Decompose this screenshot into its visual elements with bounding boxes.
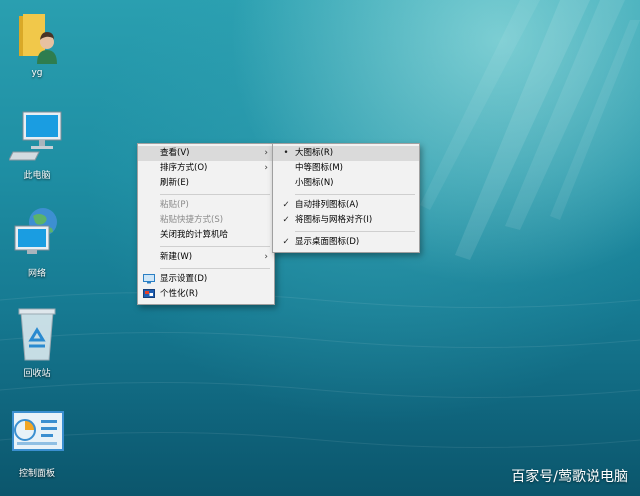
bullet-icon: • xyxy=(283,148,289,158)
control-panel-icon xyxy=(9,406,65,462)
submenu-item-small-icons[interactable]: 小图标(N) xyxy=(273,176,419,191)
desktop-icon-control-panel[interactable]: 控制面板 xyxy=(2,406,72,479)
submenu-item-label: 大图标(R) xyxy=(295,148,334,158)
submenu-item-auto-arrange[interactable]: ✓ 自动排列图标(A) xyxy=(273,198,419,213)
desktop-icon-label: 此电脑 xyxy=(23,171,51,181)
computer-icon xyxy=(8,108,65,164)
submenu-item-large-icons[interactable]: • 大图标(R) xyxy=(273,146,419,161)
chevron-right-icon: › xyxy=(264,148,268,158)
watermark-text: 百家号/莺歌说电脑 xyxy=(511,469,628,485)
checkmark-icon: ✓ xyxy=(282,215,290,225)
menu-item-label: 关闭我的计算机哈 xyxy=(160,230,229,240)
menu-item-label: 个性化(R) xyxy=(160,289,199,299)
desktop-icon-label: yg xyxy=(31,68,43,78)
submenu-item-align-to-grid[interactable]: ✓ 将图标与网格对齐(I) xyxy=(273,213,419,228)
recycle-bin-icon xyxy=(9,306,65,362)
submenu-item-label: 将图标与网格对齐(I) xyxy=(295,215,373,225)
menu-item-label: 查看(V) xyxy=(160,148,190,158)
submenu-item-label: 中等图标(M) xyxy=(295,163,343,173)
desktop-icon-user-folder[interactable]: yg xyxy=(2,8,72,78)
menu-item-label: 排序方式(O) xyxy=(160,163,208,173)
menu-separator xyxy=(295,231,415,232)
menu-item-paste-shortcut[interactable]: 粘贴快捷方式(S) xyxy=(138,213,274,228)
checkmark-icon: ✓ xyxy=(282,237,290,247)
user-folder-icon xyxy=(9,8,65,64)
menu-item-shutdown[interactable]: 关闭我的计算机哈 xyxy=(138,228,274,243)
chevron-right-icon: › xyxy=(264,163,268,173)
menu-separator xyxy=(160,194,270,195)
checkmark-icon: ✓ xyxy=(282,200,290,210)
desktop-icon-network[interactable]: 网络 xyxy=(2,206,72,279)
menu-item-label: 粘贴快捷方式(S) xyxy=(160,215,224,225)
menu-item-new[interactable]: 新建(W) › xyxy=(138,250,274,265)
personalize-icon xyxy=(143,289,155,299)
menu-item-label: 显示设置(D) xyxy=(160,274,208,284)
menu-separator xyxy=(160,246,270,247)
display-settings-icon xyxy=(143,274,155,284)
menu-item-view[interactable]: 查看(V) › xyxy=(138,146,274,161)
menu-item-paste[interactable]: 粘贴(P) xyxy=(138,198,274,213)
submenu-item-label: 自动排列图标(A) xyxy=(295,200,359,210)
network-icon xyxy=(9,206,65,262)
submenu-item-medium-icons[interactable]: 中等图标(M) xyxy=(273,161,419,176)
desktop-context-menu: 查看(V) › 排序方式(O) › 刷新(E) 粘贴(P) 粘贴快捷方式(S) … xyxy=(137,143,275,305)
chevron-right-icon: › xyxy=(264,252,268,262)
submenu-item-show-desktop-icons[interactable]: ✓ 显示桌面图标(D) xyxy=(273,235,419,250)
submenu-item-label: 显示桌面图标(D) xyxy=(295,237,360,247)
menu-item-refresh[interactable]: 刷新(E) xyxy=(138,176,274,191)
menu-separator xyxy=(160,268,270,269)
desktop-icon-label: 控制面板 xyxy=(18,469,55,479)
desktop-icon-label: 回收站 xyxy=(23,369,51,379)
menu-item-personalize[interactable]: 个性化(R) xyxy=(138,287,274,302)
menu-item-display-settings[interactable]: 显示设置(D) xyxy=(138,272,274,287)
desktop-icon-label: 网络 xyxy=(27,269,46,279)
view-submenu: • 大图标(R) 中等图标(M) 小图标(N) ✓ 自动排列图标(A) ✓ 将图… xyxy=(272,143,420,253)
menu-item-label: 新建(W) xyxy=(160,252,193,262)
menu-item-label: 刷新(E) xyxy=(160,178,190,188)
submenu-item-label: 小图标(N) xyxy=(295,178,334,188)
menu-separator xyxy=(295,194,415,195)
desktop-icon-recycle-bin[interactable]: 回收站 xyxy=(2,306,72,379)
menu-item-label: 粘贴(P) xyxy=(160,200,189,210)
menu-item-sort-by[interactable]: 排序方式(O) › xyxy=(138,161,274,176)
desktop-icon-this-pc[interactable]: 此电脑 xyxy=(2,108,72,181)
